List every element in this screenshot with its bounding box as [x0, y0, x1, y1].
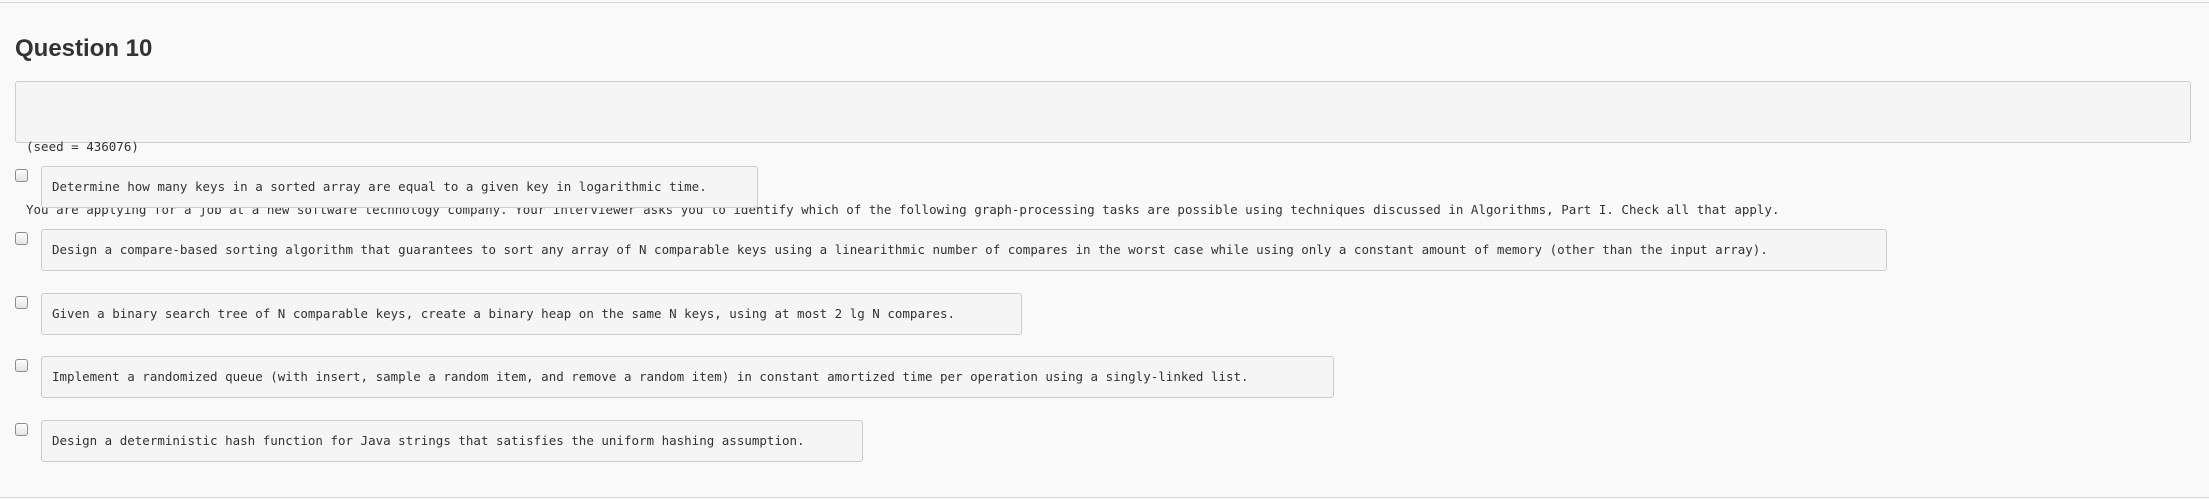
answer-option-3-label[interactable]: Given a binary search tree of N comparab… — [41, 293, 1022, 335]
answer-option-3-checkbox[interactable] — [15, 296, 28, 309]
answer-option-5-label[interactable]: Design a deterministic hash function for… — [41, 420, 863, 462]
answer-option-4-label[interactable]: Implement a randomized queue (with inser… — [41, 356, 1334, 398]
question-title: Question 10 — [15, 35, 153, 62]
question-prompt-box: (seed = 436076) You are applying for a j… — [15, 81, 2191, 217]
answer-option-2-label[interactable]: Design a compare-based sorting algorithm… — [41, 229, 1887, 271]
answer-option-1-label[interactable]: Determine how many keys in a sorted arra… — [41, 166, 758, 208]
top-divider — [0, 2, 2209, 3]
answer-option-5-checkbox[interactable] — [15, 423, 28, 436]
bottom-divider — [0, 497, 2209, 498]
answer-option-1-checkbox[interactable] — [15, 169, 28, 182]
answer-option-4-checkbox[interactable] — [15, 359, 28, 372]
answer-option-2-checkbox[interactable] — [15, 232, 28, 245]
seed-text: (seed = 436076) — [26, 139, 139, 154]
